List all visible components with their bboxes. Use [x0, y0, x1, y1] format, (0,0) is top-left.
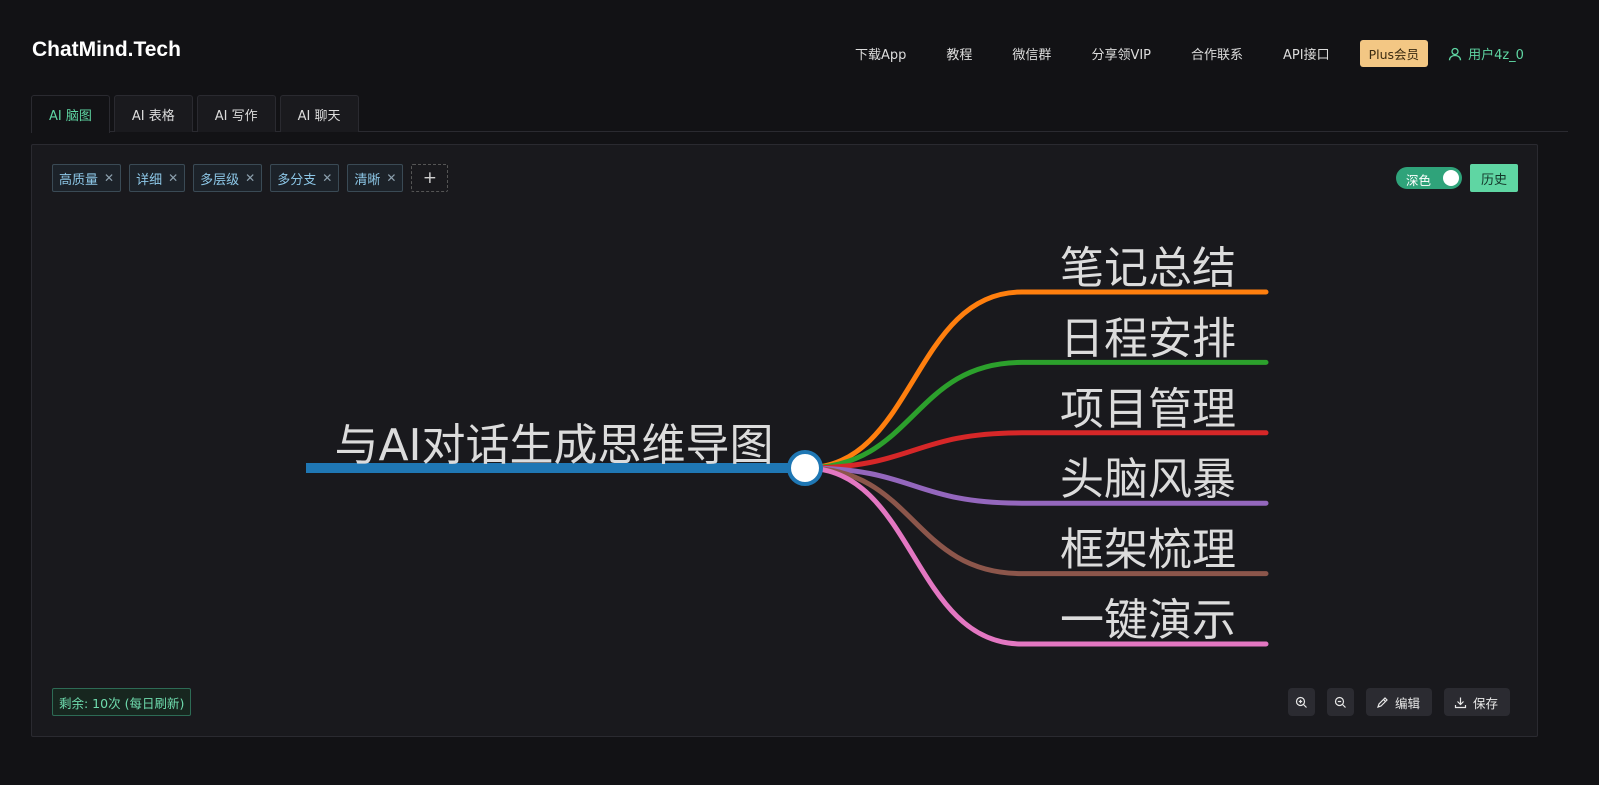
mindmap-canvas[interactable]: 与AI对话生成思维导图 笔记总结日程安排项目管理头脑风暴框架梳理一键演示 [32, 145, 1537, 736]
save-label: 保存 [1473, 695, 1499, 711]
nav-download-app[interactable]: 下载App [855, 44, 906, 63]
pencil-icon [1377, 696, 1388, 708]
nav-wechat-group[interactable]: 微信群 [1012, 44, 1051, 63]
user-name: 用户4z_0 [1468, 48, 1524, 63]
save-button[interactable]: 保存 [1444, 688, 1511, 716]
zoom-out-button[interactable] [1327, 688, 1354, 716]
branch-node-label: 一键演示 [1060, 595, 1236, 646]
mindmap-toolbar: 编辑 保存 [1288, 688, 1511, 716]
branch-node-label: 项目管理 [1060, 384, 1236, 435]
tab-ai-mindmap[interactable]: AI 脑图 [31, 95, 110, 133]
edit-button[interactable]: 编辑 [1366, 688, 1433, 716]
download-icon [1454, 697, 1467, 708]
plus-member-button[interactable]: Plus会员 [1359, 40, 1429, 67]
nav-api[interactable]: API接口 [1283, 44, 1330, 63]
tab-ai-writing[interactable]: AI 写作 [196, 95, 276, 132]
nav-cooperation[interactable]: 合作联系 [1191, 44, 1243, 63]
user-icon [1448, 47, 1462, 60]
nav-tutorial[interactable]: 教程 [946, 44, 972, 63]
edit-label: 编辑 [1395, 695, 1421, 711]
branch-node-label: 日程安排 [1060, 313, 1236, 364]
branch-node-label: 框架梳理 [1060, 525, 1236, 576]
brand-logo[interactable]: ChatMind.Tech [32, 38, 181, 62]
branch-node-label: 笔记总结 [1060, 243, 1236, 294]
zoom-out-icon [1334, 696, 1346, 708]
root-node-circle [787, 450, 823, 486]
remaining-quota: 剩余: 10次 (每日刷新) [52, 688, 192, 716]
mode-tabs: AI 脑图 AI 表格 AI 写作 AI 聊天 [31, 95, 1568, 133]
tab-ai-table[interactable]: AI 表格 [113, 95, 193, 132]
mindmap-panel: 高质量 ✕ 详细 ✕ 多层级 ✕ 多分支 ✕ 清晰 ✕ + 深色 历史 与AI对话生成思维… [31, 144, 1538, 737]
user-menu[interactable]: 用户4z_0 [1448, 44, 1524, 63]
zoom-in-button[interactable] [1288, 688, 1315, 716]
zoom-in-icon [1295, 696, 1307, 708]
top-nav: 下载App 教程 微信群 分享领VIP 合作联系 API接口 Plus会员 用户… [855, 40, 1524, 67]
root-node-label: 与AI对话生成思维导图 [334, 420, 773, 471]
branch-node-label: 头脑风暴 [1060, 454, 1236, 505]
nav-share-vip[interactable]: 分享领VIP [1091, 44, 1151, 63]
tab-ai-chat[interactable]: AI 聊天 [279, 95, 359, 132]
